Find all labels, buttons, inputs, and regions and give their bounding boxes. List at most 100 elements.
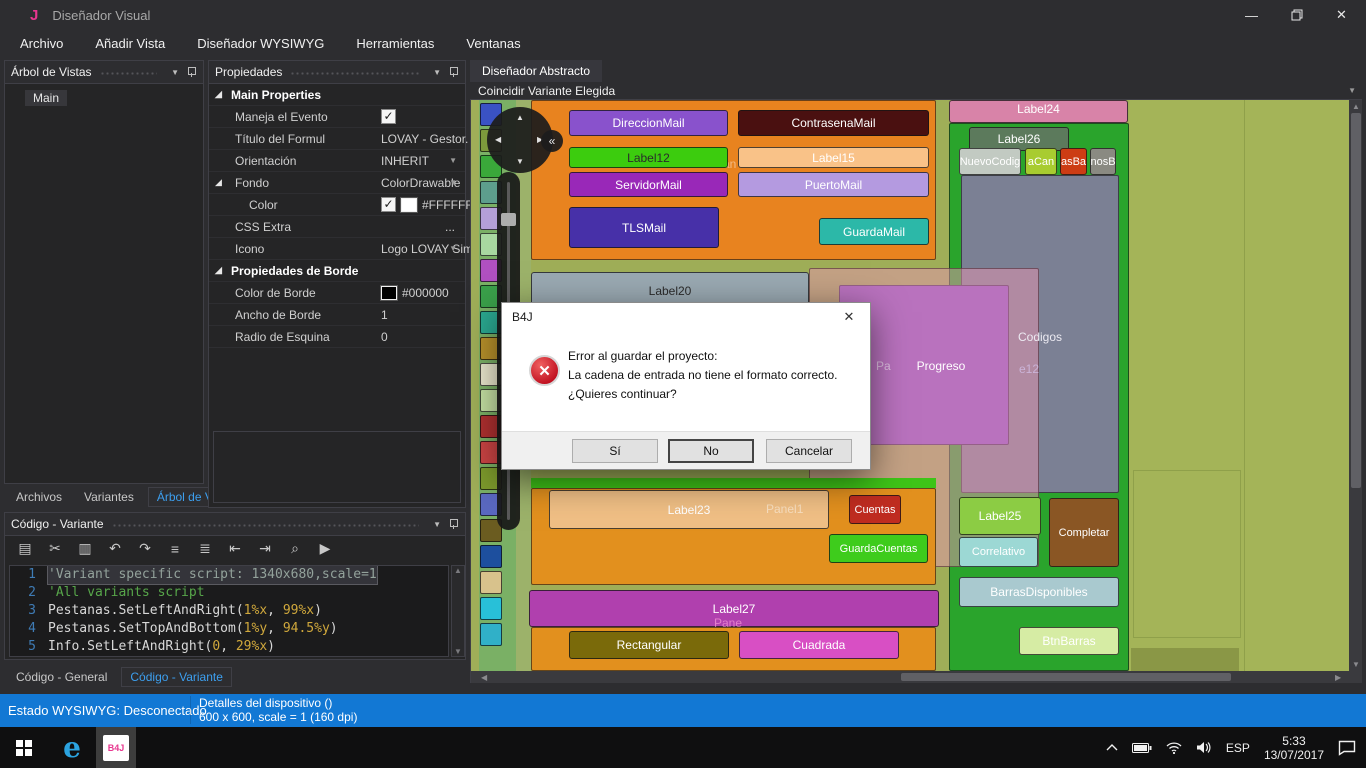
copy-icon[interactable]: ▤ <box>15 540 35 557</box>
pin-icon[interactable] <box>185 66 197 78</box>
scroll-left-icon[interactable]: ◀ <box>481 673 487 682</box>
widget-nosb[interactable]: nosB <box>1090 148 1116 175</box>
undo-icon[interactable]: ↶ <box>105 540 125 557</box>
scroll-up-icon[interactable]: ▲ <box>454 566 462 575</box>
widget-label12[interactable]: Label12 <box>569 147 728 168</box>
checkbox-checked[interactable]: ✓ <box>381 197 396 212</box>
close-button[interactable]: ✕ <box>1319 0 1364 30</box>
property-row-color-borde[interactable]: Color de Borde #000000 <box>209 282 465 304</box>
chevron-left-icon[interactable]: ◀ <box>495 135 501 144</box>
comment-icon[interactable]: ≡ <box>165 541 185 557</box>
shift-left-icon[interactable]: ⇤ <box>225 540 245 557</box>
property-row-color[interactable]: Color ✓ #FFFFFFFF <box>209 194 465 216</box>
widget-tlsmail[interactable]: TLSMail <box>569 207 719 248</box>
expander-icon[interactable]: ◢ <box>215 177 222 188</box>
widget-barrasdisponibles[interactable]: BarrasDisponibles <box>959 577 1119 607</box>
canvas-vertical-scrollbar[interactable]: ▲ ▼ <box>1349 100 1362 671</box>
widget-guardamail[interactable]: GuardaMail <box>819 218 929 245</box>
tab-codigo-general[interactable]: Código - General <box>8 668 115 686</box>
coincidir-variante-button[interactable]: Coincidir Variante Elegida <box>470 84 615 98</box>
scroll-down-icon[interactable]: ▼ <box>1352 660 1360 669</box>
code-editor[interactable]: 1'Variant specific script: 1340x680,scal… <box>9 565 449 657</box>
paste-icon[interactable]: ▥ <box>75 540 95 557</box>
b4j-taskbar-button[interactable]: B4J <box>96 727 136 768</box>
battery-icon[interactable] <box>1132 742 1152 754</box>
tree-item-main[interactable]: Main <box>25 90 67 106</box>
widget-nuevocodigo[interactable]: NuevoCodig <box>959 148 1021 175</box>
menu-ventanas[interactable]: Ventanas <box>454 32 532 55</box>
property-row-ancho-borde[interactable]: Ancho de Borde 1 <box>209 304 465 326</box>
wifi-icon[interactable] <box>1166 742 1182 754</box>
pin-icon[interactable] <box>447 518 459 530</box>
widget-contrasenamail[interactable]: ContrasenaMail <box>738 110 929 136</box>
restore-button[interactable] <box>1274 0 1319 30</box>
ellipsis-button[interactable]: ... <box>445 220 455 234</box>
tab-variantes[interactable]: Variantes <box>76 488 142 506</box>
checkbox-checked[interactable]: ✓ <box>381 109 396 124</box>
property-group-main[interactable]: ◢ Main Properties <box>209 84 465 106</box>
widget-correlativo[interactable]: Correlativo <box>959 537 1038 567</box>
shift-right-icon[interactable]: ⇥ <box>255 540 275 557</box>
property-row-radio-esquina[interactable]: Radio de Esquina 0 <box>209 326 465 348</box>
chevron-down-icon[interactable]: ▼ <box>516 157 524 166</box>
volume-icon[interactable] <box>1196 741 1212 754</box>
widget-label25[interactable]: Label25 <box>959 497 1041 535</box>
widget-label24[interactable]: Label24 <box>949 100 1128 123</box>
menu-herramientas[interactable]: Herramientas <box>344 32 446 55</box>
scroll-up-icon[interactable]: ▲ <box>1352 102 1360 111</box>
widget-label15[interactable]: Label15 <box>738 147 929 168</box>
scrollbar-thumb[interactable] <box>901 673 1231 681</box>
tab-archivos[interactable]: Archivos <box>8 488 70 506</box>
widget-asba[interactable]: asBa <box>1060 148 1087 175</box>
property-group-borde[interactable]: ◢ Propiedades de Borde <box>209 260 465 282</box>
chevron-down-icon[interactable]: ▼ <box>1348 86 1362 95</box>
cancel-button[interactable]: Cancelar <box>766 439 852 463</box>
property-value[interactable]: 1 <box>381 308 388 322</box>
menu-archivo[interactable]: Archivo <box>8 32 75 55</box>
language-indicator[interactable]: ESP <box>1226 741 1250 755</box>
widget-acan[interactable]: aCan <box>1025 148 1057 175</box>
view-swatch[interactable] <box>480 571 502 594</box>
edge-taskbar-button[interactable]: e <box>48 727 96 768</box>
pin-icon[interactable] <box>447 66 459 78</box>
yes-button[interactable]: Sí <box>572 439 658 463</box>
chevron-down-icon[interactable]: ▼ <box>449 156 457 165</box>
run-icon[interactable]: ▶ <box>315 540 335 557</box>
widget-guardacuentas[interactable]: GuardaCuentas <box>829 534 928 563</box>
color-swatch-black[interactable] <box>381 286 397 300</box>
chevron-up-icon[interactable]: ▲ <box>516 113 524 122</box>
scroll-right-icon[interactable]: ▶ <box>1335 673 1341 682</box>
tab-codigo-variante[interactable]: Código - Variante <box>121 667 232 687</box>
widget-cuadrada[interactable]: Cuadrada <box>739 631 899 659</box>
property-row-maneja-evento[interactable]: Maneja el Evento ✓ <box>209 106 465 128</box>
property-value[interactable]: 0 <box>381 330 388 344</box>
property-row-titulo[interactable]: Título del Formul LOVAY - Gestor. <box>209 128 465 150</box>
widget-puertomail[interactable]: PuertoMail <box>738 172 929 197</box>
property-value[interactable]: #000000 <box>402 286 449 300</box>
tray-expand-icon[interactable] <box>1106 744 1118 752</box>
menu-anadir-vista[interactable]: Añadir Vista <box>83 32 177 55</box>
cut-icon[interactable]: ✂ <box>45 540 65 557</box>
widget-label27[interactable]: Label27 <box>529 590 939 627</box>
widget-cuentas[interactable]: Cuentas <box>849 495 901 524</box>
view-swatch[interactable] <box>480 597 502 620</box>
minimize-button[interactable]: — <box>1229 0 1274 30</box>
property-row-css-extra[interactable]: CSS Extra ... <box>209 216 465 238</box>
widget-btnbarras[interactable]: BtnBarras <box>1019 627 1119 655</box>
widget-label23[interactable]: Label23 <box>549 490 829 529</box>
scrollbar-thumb[interactable] <box>1351 113 1361 488</box>
chevron-down-icon[interactable]: ▼ <box>165 68 185 77</box>
collapse-button[interactable]: « <box>541 130 563 152</box>
property-row-orientacion[interactable]: Orientación INHERIT ▼ <box>209 150 465 172</box>
property-row-fondo[interactable]: ◢ Fondo ColorDrawable ▼ <box>209 172 465 194</box>
color-swatch-white[interactable] <box>401 198 417 212</box>
widget-completar[interactable]: Completar <box>1049 498 1119 567</box>
view-swatch[interactable] <box>480 545 502 568</box>
property-value[interactable]: Logo LOVAY Simp <box>381 242 480 256</box>
chevron-down-icon[interactable]: ▼ <box>427 68 447 77</box>
dialog-close-button[interactable]: ✕ <box>828 303 870 331</box>
expander-icon[interactable]: ◢ <box>215 89 222 100</box>
find-icon[interactable]: ⌕ <box>285 540 305 557</box>
no-button[interactable]: No <box>668 439 754 463</box>
redo-icon[interactable]: ↷ <box>135 540 155 557</box>
